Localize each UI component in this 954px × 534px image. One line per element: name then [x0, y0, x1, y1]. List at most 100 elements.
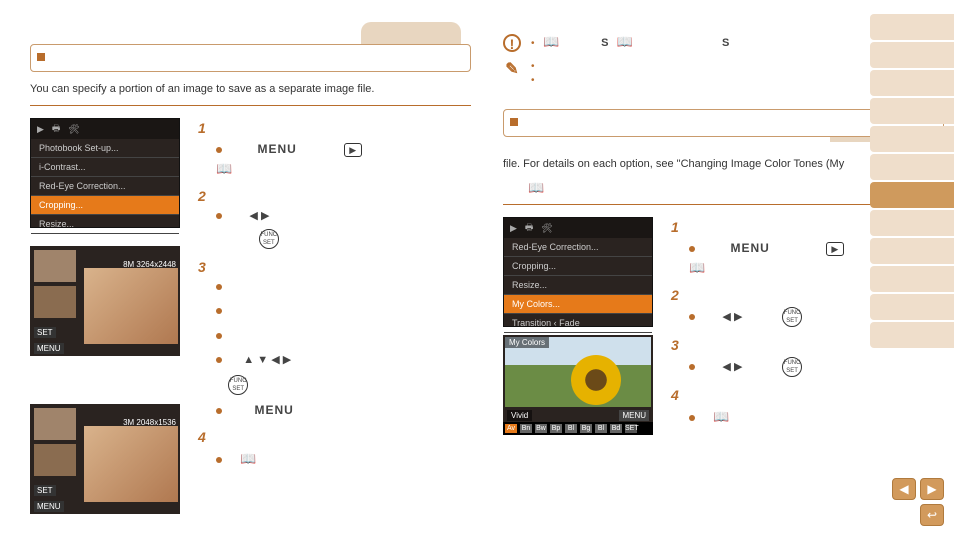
step-1-bullet: MENU ▶	[216, 140, 471, 159]
book-icon: 📖	[240, 451, 256, 466]
step-3-bullet-e: MENU	[216, 401, 471, 420]
left-arrow-icon: ◀	[271, 354, 279, 366]
color-chip: Bl	[595, 424, 607, 433]
sidebar-item[interactable]	[870, 294, 954, 320]
color-chip: Bp	[550, 424, 562, 433]
menu-button-label: MENU	[258, 142, 297, 156]
menu-item: Cropping...	[504, 257, 652, 276]
sidebar-item[interactable]	[870, 210, 954, 236]
menu-button-label: MENU	[731, 241, 770, 255]
left-arrow-icon: ◀	[249, 210, 257, 222]
step-number: 4	[671, 387, 679, 403]
section-tab-left	[361, 22, 461, 44]
s-size-label: S	[722, 37, 729, 49]
menu-item: Red-Eye Correction...	[504, 238, 652, 257]
menu-button-label: MENU	[254, 403, 293, 417]
right-arrow-icon: ▶	[734, 361, 742, 373]
step-4-heading: 4	[671, 387, 944, 403]
menu-item: Resize...	[504, 276, 652, 295]
sidebar-item[interactable]	[870, 14, 954, 40]
tab-print-icon: 🖶	[52, 121, 61, 137]
next-page-button[interactable]: ▶	[920, 478, 944, 500]
down-arrow-icon: ▼	[257, 354, 268, 366]
crop-preview-screenshot-2: 3M 2048x1536 SET MENU	[30, 404, 180, 514]
step-number: 4	[198, 429, 206, 445]
divider	[30, 105, 471, 106]
mycolors-label: My Colors	[505, 337, 549, 348]
menu-item-selected: Cropping...	[31, 196, 179, 215]
step-3-bullet-c	[216, 328, 471, 345]
tab-print-icon: 🖶	[525, 220, 534, 236]
sidebar-item[interactable]	[870, 70, 954, 96]
step-3-bullet: ◀ ▶ FUNCSET	[689, 357, 944, 377]
sidebar-item-active[interactable]	[870, 182, 954, 208]
step-number: 1	[198, 120, 206, 136]
set-label: SET	[34, 485, 56, 496]
crop-preview-screenshot-1: 8M 3264x2448 SET MENU	[30, 246, 180, 356]
menu-item: Red-Eye Correction...	[31, 177, 179, 196]
menu-item-selected: My Colors...	[504, 295, 652, 314]
step-3-bullet-b	[216, 303, 471, 320]
step-number: 3	[198, 259, 206, 275]
step-2-heading: 2	[198, 188, 471, 204]
book-icon: 📖	[216, 161, 232, 176]
cropping-intro: You can specify a portion of an image to…	[30, 82, 471, 97]
color-chip: Bn	[520, 424, 532, 433]
menu-item: Transition ‹ Fade	[504, 314, 652, 333]
sidebar-item[interactable]	[870, 238, 954, 264]
sidebar-item[interactable]	[870, 42, 954, 68]
step-number: 1	[671, 219, 679, 235]
sidebar-item[interactable]	[870, 154, 954, 180]
tab-play-icon: ▶	[510, 223, 517, 234]
menu-item: Resize...	[31, 215, 179, 234]
step-3-bullet-d: ▲ ▼ ◀ ▶	[216, 352, 471, 369]
set-label: SET	[34, 327, 56, 338]
sidebar-index	[870, 14, 954, 348]
vivid-label: Vivid	[507, 410, 532, 421]
step-4-bullet: 📖	[689, 407, 944, 427]
sidebar-item[interactable]	[870, 98, 954, 124]
pencil-icon: ✎	[503, 61, 521, 79]
func-set-button-icon: FUNCSET	[228, 375, 248, 395]
resolution-label: 8M 3264x2448	[123, 260, 176, 269]
warning-note-line-1: 📖 S 📖 S	[531, 34, 729, 50]
pencil-note-line-2	[531, 75, 543, 86]
resolution-label: 3M 2048x1536	[123, 418, 176, 427]
step-4-heading: 4	[198, 429, 471, 445]
left-arrow-icon: ◀	[722, 361, 730, 373]
menu-item: i-Contrast...	[31, 158, 179, 177]
pencil-note-line-1	[531, 61, 543, 72]
step-4-bullet: 📖	[216, 449, 471, 469]
color-chip: Av	[505, 424, 517, 433]
sidebar-item[interactable]	[870, 266, 954, 292]
tab-play-icon: ▶	[37, 124, 44, 135]
play-mode-icon: ▶	[344, 143, 362, 157]
tab-tools-icon: 🛠	[541, 223, 552, 234]
sidebar-item[interactable]	[870, 322, 954, 348]
color-chip: Bw	[535, 424, 547, 433]
step-number: 2	[198, 188, 206, 204]
step-number: 2	[671, 287, 679, 303]
menu-label: MENU	[34, 343, 64, 354]
book-icon: 📖	[689, 260, 705, 275]
right-arrow-icon: ▶	[283, 354, 291, 366]
camera-menu-screenshot-cropping: ▶ 🖶 🛠 Photobook Set-up... i-Contrast... …	[30, 118, 180, 228]
step-1-heading: 1	[198, 120, 471, 136]
right-arrow-icon: ▶	[261, 210, 269, 222]
menu-label: MENU	[34, 501, 64, 512]
color-chip: Bd	[610, 424, 622, 433]
left-arrow-icon: ◀	[722, 311, 730, 323]
return-button[interactable]: ↩	[920, 504, 944, 526]
step-2-bullet: ◀ ▶	[216, 208, 471, 225]
warning-icon: !	[503, 34, 521, 52]
right-arrow-icon: ▶	[734, 311, 742, 323]
prev-page-button[interactable]: ◀	[892, 478, 916, 500]
tab-tools-icon: 🛠	[68, 124, 79, 135]
camera-menu-screenshot-mycolors: ▶ 🖶 🛠 Red-Eye Correction... Cropping... …	[503, 217, 653, 327]
step-3-bullet-a	[216, 279, 471, 296]
step-3-heading: 3	[198, 259, 471, 275]
menu-item: Photobook Set-up...	[31, 139, 179, 158]
color-chip: Bg	[580, 424, 592, 433]
book-icon: 📖	[528, 180, 544, 196]
sidebar-item[interactable]	[870, 126, 954, 152]
